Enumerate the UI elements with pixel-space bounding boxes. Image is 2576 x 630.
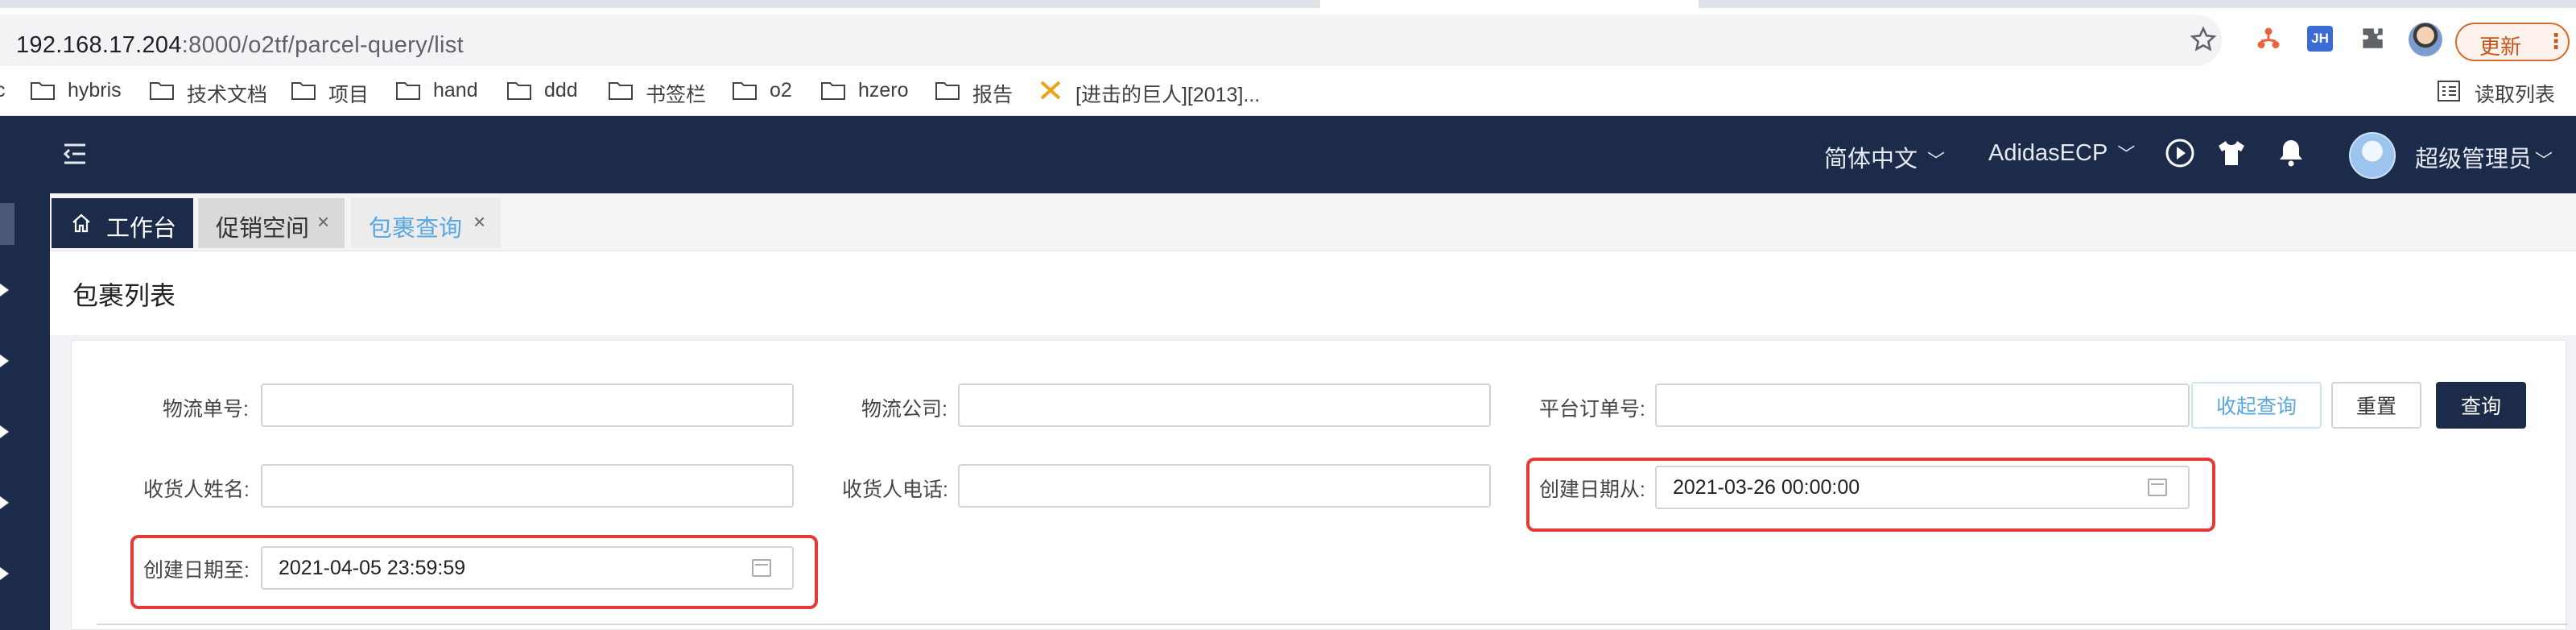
menu-fold-icon[interactable] — [61, 140, 89, 168]
chevron-down-icon: ﹀ — [1927, 151, 1946, 171]
chevron-down-icon: ﹀ — [2117, 144, 2136, 164]
app-header: 简体中文 ﹀ AdidasECP ﹀ 超级管理员 ﹀ — [0, 116, 2576, 193]
bell-icon[interactable] — [2275, 137, 2307, 169]
receiver-name-label: 收货人姓名: — [143, 479, 250, 501]
url-host: 192.168.17.204 — [16, 32, 182, 58]
folder-icon — [935, 82, 960, 100]
extension-org-icon[interactable] — [2254, 24, 2283, 53]
logistics-company-label: 物流公司: — [861, 398, 947, 421]
reading-list-icon — [2438, 81, 2460, 102]
folder-icon — [31, 82, 55, 100]
folder-icon — [396, 82, 420, 100]
page-tabs-bar: 工作台 促销空间 × 包裹查询 × — [50, 193, 2576, 251]
profile-avatar-icon[interactable] — [2409, 23, 2442, 56]
folder-icon — [609, 82, 633, 100]
user-menu[interactable]: 超级管理员 ﹀ — [2415, 140, 2553, 174]
created-from-label: 创建日期从: — [1539, 479, 1645, 501]
folder-icon — [291, 82, 316, 100]
close-icon[interactable]: × — [317, 209, 329, 234]
logistics-company-input[interactable] — [958, 383, 1491, 427]
tab-promotion-space[interactable]: 促销空间 × — [198, 198, 345, 248]
tab-label: 包裹查询 — [369, 216, 463, 242]
avatar[interactable] — [2349, 132, 2396, 179]
tenant-select[interactable]: AdidasECP ﹀ — [1988, 140, 2135, 167]
page-title-bar: 包裹列表 — [50, 251, 2576, 335]
sidebar-item-expand-icon[interactable] — [0, 354, 9, 367]
browser-update-button[interactable]: 更新 ⋮ — [2455, 23, 2570, 61]
extensions-puzzle-icon[interactable] — [2359, 24, 2388, 53]
sidebar-item-expand-icon[interactable] — [0, 284, 9, 296]
table-header-edge — [97, 624, 2568, 630]
tenant-label: AdidasECP — [1988, 140, 2108, 166]
close-icon[interactable]: × — [473, 209, 485, 234]
language-select[interactable]: 简体中文 ﹀ — [1824, 140, 1945, 174]
url-text[interactable]: 192.168.17.204:8000/o2tf/parcel-query/li… — [16, 32, 464, 59]
receiver-phone-label: 收货人电话: — [842, 479, 948, 501]
folder-icon — [507, 82, 531, 100]
user-name: 超级管理员 — [2415, 147, 2533, 172]
bookmarks-bar: c hybris 技术文档 项目 hand ddd 书签栏 o2 hzero 报… — [0, 68, 2576, 116]
chevron-down-icon: ﹀ — [2535, 151, 2553, 171]
bookmark-favicon — [1040, 81, 1061, 100]
sidebar-active-indicator — [0, 203, 14, 245]
folder-icon — [821, 82, 845, 100]
bookmark-star-icon[interactable] — [2190, 26, 2217, 53]
logistics-no-input[interactable] — [261, 383, 794, 427]
collapse-query-button[interactable]: 收起查询 — [2191, 382, 2322, 429]
tab-parcel-query[interactable]: 包裹查询 × — [351, 198, 501, 248]
skin-shirt-icon[interactable] — [2215, 137, 2248, 169]
created-from-date-picker[interactable] — [1655, 466, 2190, 509]
sidebar-item-expand-icon[interactable] — [0, 496, 9, 509]
query-button[interactable]: 查询 — [2436, 382, 2526, 429]
url-path: :8000/o2tf/parcel-query/list — [181, 32, 464, 58]
reset-button[interactable]: 重置 — [2331, 382, 2421, 429]
play-circle-icon[interactable] — [2164, 137, 2196, 169]
sidebar-item-expand-icon[interactable] — [0, 567, 9, 580]
calendar-icon[interactable] — [2148, 479, 2167, 496]
extension-jh-icon[interactable]: JH — [2307, 26, 2333, 52]
platform-order-label: 平台订单号: — [1539, 398, 1645, 421]
sidebar-item-expand-icon[interactable] — [0, 425, 9, 438]
browser-active-tab[interactable] — [1320, 0, 1699, 8]
logistics-no-label: 物流单号: — [163, 398, 249, 421]
browser-tab-strip — [0, 0, 2576, 8]
more-vert-icon: ⋮ — [2545, 29, 2566, 53]
update-label: 更新 — [2479, 35, 2522, 59]
bookmark-overflow[interactable]: c — [0, 73, 11, 108]
platform-order-input[interactable] — [1655, 383, 2190, 427]
receiver-name-input[interactable] — [261, 464, 794, 508]
browser-toolbar: 192.168.17.204:8000/o2tf/parcel-query/li… — [0, 8, 2576, 68]
receiver-phone-input[interactable] — [958, 464, 1491, 508]
calendar-icon[interactable] — [752, 559, 771, 577]
language-label: 简体中文 — [1824, 147, 1918, 172]
created-to-date-picker[interactable] — [261, 546, 794, 590]
sidebar — [0, 193, 50, 630]
page-title: 包裹列表 — [72, 281, 176, 310]
home-icon — [72, 213, 90, 233]
address-bar[interactable]: 192.168.17.204:8000/o2tf/parcel-query/li… — [0, 15, 2222, 66]
folder-icon — [733, 82, 757, 100]
folder-icon — [150, 82, 174, 100]
tab-label: 工作台 — [106, 216, 177, 242]
created-to-label: 创建日期至: — [143, 559, 250, 582]
tab-label: 促销空间 — [216, 216, 310, 242]
tab-workbench[interactable]: 工作台 — [52, 198, 193, 248]
